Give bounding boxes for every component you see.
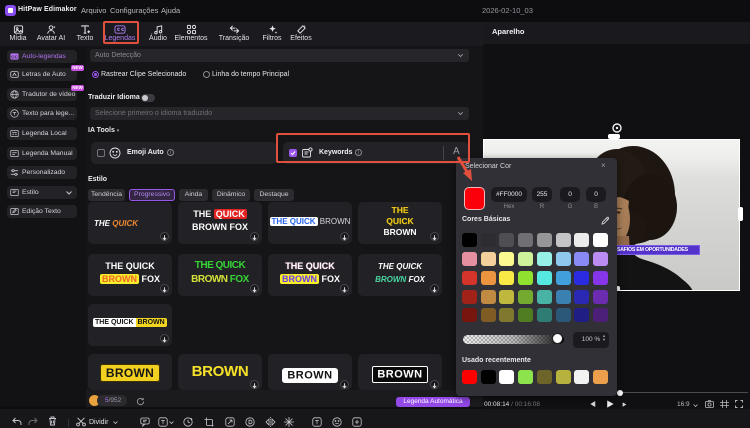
svg-text:CC: CC <box>11 54 18 59</box>
